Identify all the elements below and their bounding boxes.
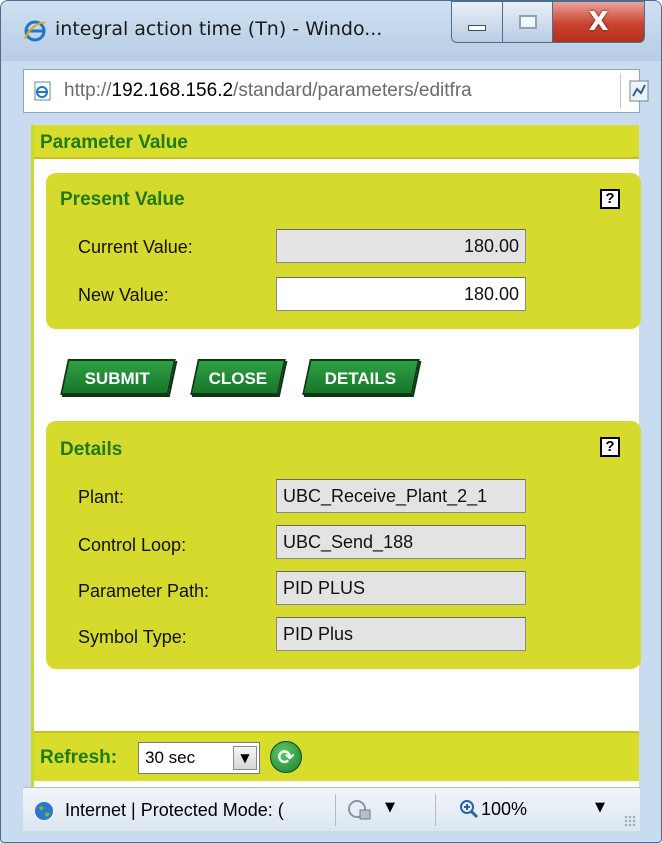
parameter-path-field: PID PLUS (276, 571, 526, 605)
refresh-interval-select[interactable]: 30 sec ▼ (138, 742, 260, 774)
details-button[interactable]: DETAILS (302, 359, 420, 395)
address-separator (620, 74, 621, 108)
maximize-button[interactable] (503, 1, 553, 43)
present-value-title: Present Value (60, 189, 185, 210)
chevron-down-icon[interactable]: ▼ (385, 800, 395, 815)
page-title: Parameter Value (40, 132, 188, 153)
popup-window: integral action time (Tn) - Windo... X h… (0, 0, 662, 843)
details-button-label: DETAILS (324, 369, 397, 388)
title-bar[interactable]: integral action time (Tn) - Windo... X (1, 1, 661, 61)
minimize-icon (468, 25, 486, 31)
submit-button[interactable]: SUBMIT (60, 359, 176, 395)
close-icon: X (588, 7, 609, 37)
window-title: integral action time (Tn) - Windo... (55, 18, 383, 40)
help-icon[interactable]: ? (600, 189, 620, 209)
chevron-down-icon[interactable]: ▼ (595, 800, 605, 815)
globe-icon (35, 802, 53, 820)
current-value-field: 180.00 (276, 229, 526, 263)
close-button[interactable]: CLOSE (190, 359, 286, 395)
address-bar[interactable]: http://192.168.156.2/standard/parameters… (23, 69, 649, 113)
url-text: http://192.168.156.2/standard/parameters… (64, 80, 612, 102)
present-value-panel: Present Value ? Current Value: 180.00 Ne… (46, 173, 641, 329)
security-lock-icon[interactable] (347, 798, 373, 822)
ie-logo-icon (24, 20, 46, 42)
maximize-icon (518, 15, 537, 29)
plant-field: UBC_Receive_Plant_2_1 (276, 479, 526, 513)
url-path: /standard/parameters/editfra (233, 80, 472, 101)
plant-label: Plant: (78, 487, 125, 507)
new-value-label: New Value: (78, 285, 169, 305)
url-prefix: http:// (64, 80, 112, 101)
rss-feed-icon[interactable] (628, 79, 650, 103)
status-separator (435, 794, 436, 826)
symbol-type-field: PID Plus (276, 617, 526, 651)
page-icon (34, 81, 51, 101)
new-value-input[interactable]: 180.00 (276, 277, 526, 311)
minimize-button[interactable] (451, 1, 503, 43)
close-button-label: CLOSE (208, 369, 267, 388)
security-zone-text[interactable]: Internet | Protected Mode: ( (65, 800, 331, 821)
header-band: Parameter Value (34, 125, 639, 159)
refresh-label: Refresh: (40, 747, 118, 768)
details-title: Details (60, 439, 123, 460)
symbol-type-label: Symbol Type: (78, 627, 187, 647)
chevron-down-icon[interactable]: ▼ (233, 746, 257, 770)
resize-grip[interactable] (624, 815, 636, 827)
zoom-level[interactable]: 100% (481, 799, 527, 820)
control-loop-label: Control Loop: (78, 535, 187, 555)
caption-buttons: X (451, 1, 645, 45)
refresh-bar: Refresh: 30 sec ▼ ⟳ (34, 731, 639, 781)
status-separator (335, 794, 336, 826)
page-content: Parameter Value Present Value ? Current … (31, 125, 641, 787)
current-value-label: Current Value: (78, 237, 193, 257)
url-host: 192.168.156.2 (111, 80, 234, 101)
close-window-button[interactable]: X (553, 1, 645, 43)
refresh-icon[interactable]: ⟳ (270, 741, 302, 773)
zoom-icon[interactable] (459, 799, 479, 819)
parameter-path-label: Parameter Path: (78, 581, 210, 601)
refresh-interval-value: 30 sec (145, 748, 196, 767)
help-icon[interactable]: ? (600, 437, 620, 457)
status-bar: Internet | Protected Mode: ( ▼ 100% ▼ (23, 787, 640, 831)
control-loop-field: UBC_Send_188 (276, 525, 526, 559)
submit-button-label: SUBMIT (84, 369, 151, 388)
details-panel: Details ? Plant: UBC_Receive_Plant_2_1 C… (46, 421, 641, 669)
